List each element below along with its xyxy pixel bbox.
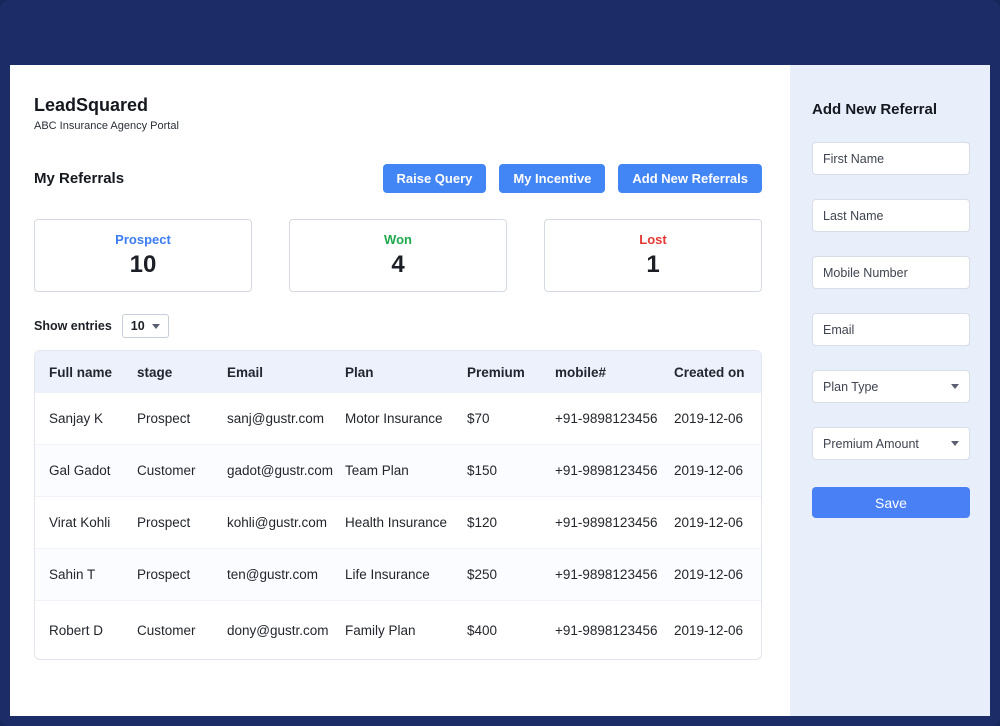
cell-full-name: Robert D [49, 623, 137, 638]
cell-premium: $250 [467, 567, 555, 582]
table-body: Sanjay K Prospect sanj@gustr.com Motor I… [35, 393, 761, 659]
table-row: Gal Gadot Customer gadot@gustr.com Team … [35, 445, 761, 497]
chevron-down-icon [951, 441, 959, 446]
plan-type-select[interactable]: Plan Type [812, 370, 970, 403]
cell-mobile: +91-9898123456 [555, 463, 674, 478]
table-header-row: Full name stage Email Plan Premium mobil… [35, 351, 761, 393]
referrals-table: Full name stage Email Plan Premium mobil… [34, 350, 762, 660]
toolbar-buttons: Raise Query My Incentive Add New Referra… [383, 164, 763, 193]
raise-query-button[interactable]: Raise Query [383, 164, 487, 193]
save-button[interactable]: Save [812, 487, 970, 518]
cell-full-name: Sahin T [49, 567, 137, 582]
table-row: Sahin T Prospect ten@gustr.com Life Insu… [35, 549, 761, 601]
table-row: Robert D Customer dony@gustr.com Family … [35, 601, 761, 659]
cell-stage: Prospect [137, 515, 227, 530]
header-premium: Premium [467, 365, 555, 380]
stat-value: 4 [391, 251, 404, 279]
cell-full-name: Sanjay K [49, 411, 137, 426]
cell-plan: Life Insurance [345, 567, 467, 582]
stat-label: Won [384, 232, 412, 247]
cell-stage: Customer [137, 463, 227, 478]
header-plan: Plan [345, 365, 467, 380]
cell-created-on: 2019-12-06 [674, 515, 761, 530]
stat-label: Prospect [115, 232, 171, 247]
stats-row: Prospect 10 Won 4 Lost 1 [34, 219, 762, 292]
cell-stage: Customer [137, 623, 227, 638]
page-subtitle: ABC Insurance Agency Portal [34, 120, 762, 132]
mobile-number-field[interactable] [812, 256, 970, 289]
toolbar: My Referrals Raise Query My Incentive Ad… [34, 164, 762, 193]
plan-type-value: Plan Type [823, 380, 878, 394]
cell-full-name: Virat Kohli [49, 515, 137, 530]
first-name-field[interactable] [812, 142, 970, 175]
top-nav-bar [10, 10, 990, 65]
cell-created-on: 2019-12-06 [674, 411, 761, 426]
cell-created-on: 2019-12-06 [674, 567, 761, 582]
page-title: LeadSquared [34, 95, 762, 116]
stat-value: 10 [130, 251, 157, 279]
cell-mobile: +91-9898123456 [555, 623, 674, 638]
stat-label: Lost [639, 232, 666, 247]
cell-premium: $150 [467, 463, 555, 478]
email-field[interactable] [812, 313, 970, 346]
main-panel: LeadSquared ABC Insurance Agency Portal … [10, 65, 790, 716]
cell-premium: $400 [467, 623, 555, 638]
stat-value: 1 [646, 251, 659, 279]
show-entries-label: Show entries [34, 319, 112, 333]
cell-created-on: 2019-12-06 [674, 623, 761, 638]
header-full-name: Full name [49, 365, 137, 380]
cell-stage: Prospect [137, 567, 227, 582]
cell-mobile: +91-9898123456 [555, 411, 674, 426]
my-incentive-button[interactable]: My Incentive [499, 164, 605, 193]
add-referral-sidebar: Add New Referral Plan Type Premium Amoun… [790, 65, 990, 716]
cell-email: dony@gustr.com [227, 623, 345, 638]
cell-plan: Family Plan [345, 623, 467, 638]
cell-premium: $70 [467, 411, 555, 426]
entries-select[interactable]: 10 [122, 314, 169, 338]
header-mobile: mobile# [555, 365, 674, 380]
add-new-referrals-button[interactable]: Add New Referrals [618, 164, 762, 193]
cell-mobile: +91-9898123456 [555, 515, 674, 530]
cell-email: ten@gustr.com [227, 567, 345, 582]
stat-card-prospect: Prospect 10 [34, 219, 252, 292]
cell-email: sanj@gustr.com [227, 411, 345, 426]
cell-stage: Prospect [137, 411, 227, 426]
cell-full-name: Gal Gadot [49, 463, 137, 478]
stat-card-lost: Lost 1 [544, 219, 762, 292]
chevron-down-icon [951, 384, 959, 389]
cell-plan: Team Plan [345, 463, 467, 478]
entries-row: Show entries 10 [34, 314, 762, 338]
cell-plan: Motor Insurance [345, 411, 467, 426]
cell-premium: $120 [467, 515, 555, 530]
premium-amount-value: Premium Amount [823, 437, 919, 451]
entries-selected-value: 10 [131, 319, 145, 333]
table-row: Virat Kohli Prospect kohli@gustr.com Hea… [35, 497, 761, 549]
premium-amount-select[interactable]: Premium Amount [812, 427, 970, 460]
stat-card-won: Won 4 [289, 219, 507, 292]
cell-mobile: +91-9898123456 [555, 567, 674, 582]
cell-created-on: 2019-12-06 [674, 463, 761, 478]
header-created-on: Created on [674, 365, 761, 380]
header-stage: stage [137, 365, 227, 380]
cell-email: kohli@gustr.com [227, 515, 345, 530]
chevron-down-icon [152, 324, 160, 329]
header-email: Email [227, 365, 345, 380]
app-frame: LeadSquared ABC Insurance Agency Portal … [0, 0, 1000, 726]
last-name-field[interactable] [812, 199, 970, 232]
content-area: LeadSquared ABC Insurance Agency Portal … [10, 65, 990, 716]
cell-email: gadot@gustr.com [227, 463, 345, 478]
section-title: My Referrals [34, 170, 124, 187]
cell-plan: Health Insurance [345, 515, 467, 530]
sidebar-title: Add New Referral [812, 101, 970, 118]
table-row: Sanjay K Prospect sanj@gustr.com Motor I… [35, 393, 761, 445]
